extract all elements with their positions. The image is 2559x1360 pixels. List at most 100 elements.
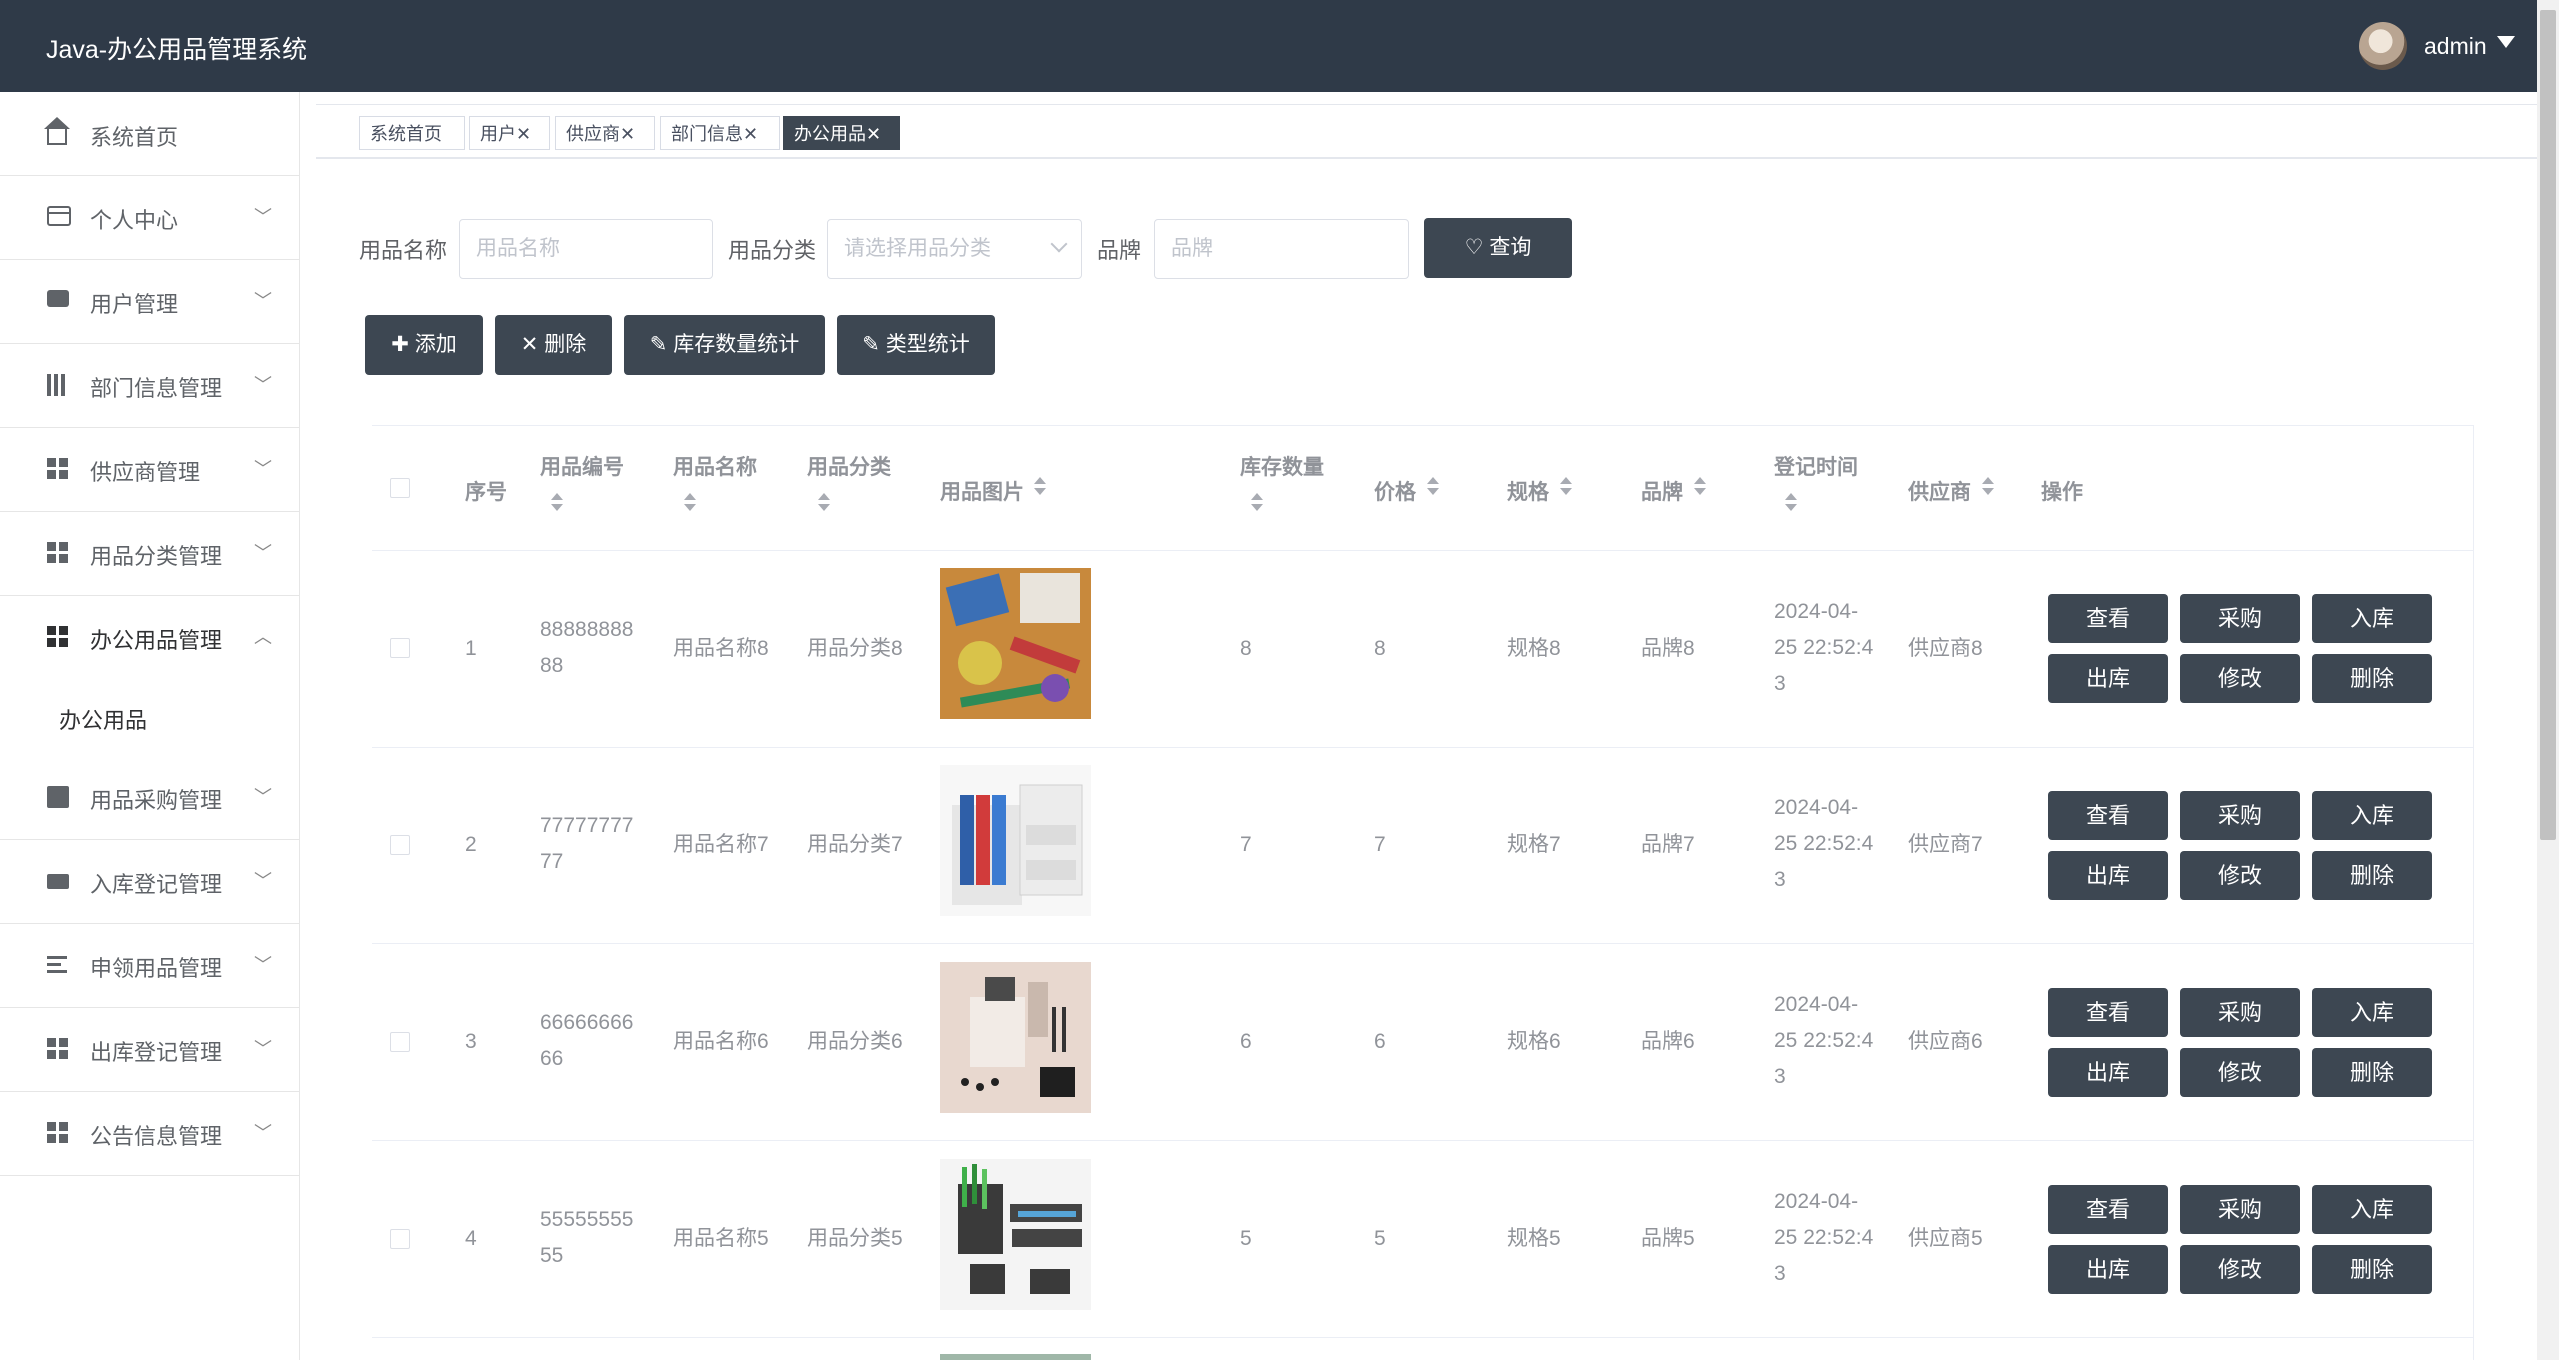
add-button[interactable]: ✚ 添加 [365,315,483,375]
cell-name: 用品名称8 [673,637,769,660]
sidebar-item-users[interactable]: 用户管理 ﹀ [0,259,299,344]
product-image[interactable] [940,568,1091,719]
close-icon[interactable]: ✕ [866,124,881,144]
sidebar-item-home[interactable]: 系统首页 [0,92,299,176]
outbound-button[interactable]: 出库 [2048,1245,2168,1294]
sidebar-item-purchases[interactable]: 用品采购管理 ﹀ [0,755,299,840]
inbound-button[interactable]: 入库 [2312,594,2432,643]
category-select[interactable]: 请选择用品分类 [827,219,1082,279]
delete-row-button[interactable]: 删除 [2312,1048,2432,1097]
row-divider [372,943,2474,944]
view-button[interactable]: 查看 [2048,791,2168,840]
header-spec[interactable]: 规格 [1507,476,1549,506]
view-button[interactable]: 查看 [2048,988,2168,1037]
sidebar-item-profile[interactable]: 个人中心 ﹀ [0,175,299,260]
tab-home[interactable]: 系统首页 [359,116,465,150]
outbound-button[interactable]: 出库 [2048,851,2168,900]
header-time[interactable]: 登记时间 [1774,451,1858,481]
cell-category: 用品分类7 [807,833,903,856]
product-image[interactable] [940,1159,1091,1310]
type-stats-button[interactable]: ✎ 类型统计 [837,315,995,375]
outbound-button[interactable]: 出库 [2048,654,2168,703]
row-divider [372,747,2474,748]
cell-index: 4 [465,1227,477,1250]
cell-time: 2024-04- 25 22:52:4 3 [1774,796,1874,891]
tab-suppliers[interactable]: 供应商✕ [555,116,655,150]
row-checkbox[interactable] [390,638,410,658]
cell-brand: 品牌8 [1641,637,1695,660]
row-checkbox[interactable] [390,1229,410,1249]
cell-spec: 规格5 [1507,1227,1561,1250]
name-input[interactable]: 用品名称 [459,219,713,279]
scrollbar[interactable] [2537,0,2559,1360]
username[interactable]: admin [2424,33,2487,60]
delete-row-button[interactable]: 删除 [2312,851,2432,900]
sidebar-item-departments[interactable]: 部门信息管理 ﹀ [0,343,299,428]
pencil-icon: ✎ [649,333,668,356]
close-icon[interactable]: ✕ [620,124,635,144]
sidebar-item-requests[interactable]: 申领用品管理 ﹀ [0,923,299,1008]
sidebar-item-suppliers[interactable]: 供应商管理 ﹀ [0,427,299,512]
product-image[interactable] [940,962,1091,1113]
header-brand[interactable]: 品牌 [1641,476,1683,506]
caret-down-icon[interactable] [2497,36,2515,48]
submenu-item-office-supplies[interactable]: 办公用品 [0,679,299,755]
row-checkbox[interactable] [390,835,410,855]
cell-spec: 规格7 [1507,833,1561,856]
header-supplier[interactable]: 供应商 [1908,476,1971,506]
tab-users[interactable]: 用户✕ [469,116,550,150]
delete-row-button[interactable]: 删除 [2312,1245,2432,1294]
purchase-button[interactable]: 采购 [2180,988,2300,1037]
inbound-button[interactable]: 入库 [2312,988,2432,1037]
query-button[interactable]: ♡ 查询 [1424,218,1572,278]
delete-button[interactable]: ✕ 删除 [495,315,612,375]
header-stock[interactable]: 库存数量 [1240,451,1324,481]
row-checkbox[interactable] [390,1032,410,1052]
edit-button[interactable]: 修改 [2180,654,2300,703]
sidebar-item-inbound[interactable]: 入库登记管理 ﹀ [0,839,299,924]
scrollbar-thumb[interactable] [2540,10,2556,840]
purchase-button[interactable]: 采购 [2180,594,2300,643]
sidebar-item-notices[interactable]: 公告信息管理 ﹀ [0,1091,299,1176]
header-image[interactable]: 用品图片 [940,476,1024,506]
tab-departments[interactable]: 部门信息✕ [660,116,780,150]
edit-button[interactable]: 修改 [2180,1245,2300,1294]
brand-input[interactable]: 品牌 [1154,219,1409,279]
purchase-button[interactable]: 采购 [2180,791,2300,840]
view-button[interactable]: 查看 [2048,1185,2168,1234]
sidebar-item-categories[interactable]: 用品分类管理 ﹀ [0,511,299,596]
edit-button[interactable]: 修改 [2180,851,2300,900]
chevron-down-icon: ﹀ [254,543,272,563]
edit-button[interactable]: 修改 [2180,1048,2300,1097]
sidebar-item-outbound[interactable]: 出库登记管理 ﹀ [0,1007,299,1092]
inbound-button[interactable]: 入库 [2312,791,2432,840]
sidebar-item-office-supplies[interactable]: 办公用品管理 ︿ [0,595,299,680]
tab-label: 供应商 [566,124,620,144]
close-icon[interactable]: ✕ [743,124,758,144]
tab-office-supplies[interactable]: 办公用品✕ [783,116,900,150]
cell-price: 8 [1374,637,1386,660]
header-price[interactable]: 价格 [1374,476,1416,506]
tabs-bar: 系统首页 用户✕ 供应商✕ 部门信息✕ 办公用品✕ [316,104,2537,159]
outbound-button[interactable]: 出库 [2048,1048,2168,1097]
purchase-button[interactable]: 采购 [2180,1185,2300,1234]
header-code[interactable]: 用品编号 [540,451,624,481]
inbound-button[interactable]: 入库 [2312,1185,2432,1234]
header-name[interactable]: 用品名称 [673,451,757,481]
name-label: 用品名称 [359,238,448,263]
delete-row-button[interactable]: 删除 [2312,654,2432,703]
view-button[interactable]: 查看 [2048,594,2168,643]
sidebar-item-label: 个人中心 [90,208,179,233]
close-icon[interactable]: ✕ [516,124,531,144]
grid-icon [47,1122,69,1144]
avatar[interactable] [2359,22,2407,70]
header-category[interactable]: 用品分类 [807,451,891,481]
select-all-checkbox[interactable] [390,478,410,498]
tab-label: 部门信息 [671,124,743,144]
type-stats-label: 类型统计 [885,333,970,356]
sidebar-item-label: 公告信息管理 [90,1124,223,1149]
top-bar: Java-办公用品管理系统 admin [0,0,2537,92]
product-image[interactable] [940,765,1091,916]
stock-stats-button[interactable]: ✎ 库存数量统计 [624,315,825,375]
chevron-down-icon: ﹀ [254,871,272,891]
